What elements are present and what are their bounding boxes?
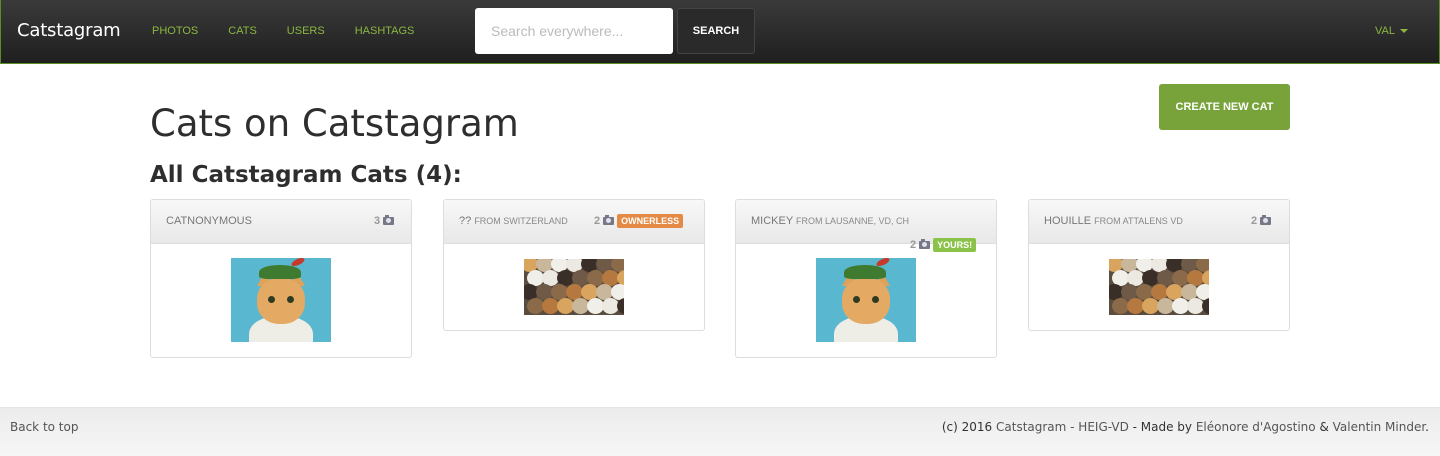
footer-credits: (c) 2016 Catstagram - HEIG-VD - Made by … — [941, 420, 1429, 434]
cat-photo[interactable] — [524, 259, 624, 315]
cat-photo[interactable] — [1109, 259, 1209, 315]
cat-name[interactable]: MICKEY FROM LAUSANNE, VD, CH — [751, 215, 909, 227]
camera-icon — [603, 215, 615, 225]
footer: Back to top (c) 2016 Catstagram - HEIG-V… — [0, 407, 1440, 456]
cat-origin: FROM SWITZERLAND — [474, 216, 568, 226]
cat-name[interactable]: HOUILLE FROM ATTALENS VD — [1044, 215, 1183, 227]
camera-icon — [919, 239, 931, 249]
cat-card: CATNONYMOUS 3 — [150, 199, 412, 358]
photo-count: 3 — [374, 215, 395, 227]
photo-count: 2 OWNERLESS — [594, 214, 684, 228]
cat-name[interactable]: CATNONYMOUS — [166, 215, 252, 227]
nav-link-users[interactable]: USERS — [287, 25, 325, 37]
cat-card-header[interactable]: HOUILLE FROM ATTALENS VD 2 — [1029, 200, 1289, 244]
author-link-1[interactable]: Eléonore d'Agostino — [1196, 420, 1316, 434]
back-to-top-link[interactable]: Back to top — [10, 420, 78, 434]
yours-badge: YOURS! — [933, 238, 977, 252]
cat-photo[interactable] — [816, 258, 916, 342]
search-button[interactable]: SEARCH — [677, 8, 755, 54]
site-link[interactable]: Catstagram - HEIG-VD — [996, 420, 1129, 434]
photo-count: 2 YOURS! — [910, 238, 977, 252]
cat-origin: FROM ATTALENS VD — [1094, 216, 1183, 226]
user-name: VAL — [1375, 25, 1395, 37]
cat-card: MICKEY FROM LAUSANNE, VD, CH 2 YOURS! — [735, 199, 997, 358]
nav-link-cats[interactable]: CATS — [228, 25, 257, 37]
nav-links: PHOTOS CATS USERS HASHTAGS — [152, 25, 444, 37]
cat-name[interactable]: ?? FROM SWITZERLAND — [459, 215, 568, 227]
cat-card: HOUILLE FROM ATTALENS VD 2 — [1028, 199, 1290, 331]
top-navbar: Catstagram PHOTOS CATS USERS HASHTAGS SE… — [0, 0, 1440, 64]
nav-link-hashtags[interactable]: HASHTAGS — [355, 25, 415, 37]
cat-card-header[interactable]: ?? FROM SWITZERLAND 2 OWNERLESS — [444, 200, 704, 244]
cat-card-header[interactable]: MICKEY FROM LAUSANNE, VD, CH 2 YOURS! — [736, 200, 996, 252]
cat-card: ?? FROM SWITZERLAND 2 OWNERLESS — [443, 199, 705, 331]
page-title: Cats on Catstagram — [150, 102, 519, 145]
cat-photo[interactable] — [231, 258, 331, 342]
author-link-2[interactable]: Valentin Minder — [1333, 420, 1426, 434]
camera-icon — [383, 215, 395, 225]
cat-origin: FROM LAUSANNE, VD, CH — [796, 216, 910, 226]
search-input[interactable] — [475, 8, 673, 54]
user-menu[interactable]: VAL — [1375, 25, 1408, 37]
section-title: All Catstagram Cats (4): — [150, 162, 462, 188]
ownerless-badge: OWNERLESS — [617, 214, 684, 228]
cat-card-header[interactable]: CATNONYMOUS 3 — [151, 200, 411, 244]
caret-down-icon — [1399, 29, 1408, 33]
photo-count: 2 — [1251, 215, 1272, 227]
nav-link-photos[interactable]: PHOTOS — [152, 25, 198, 37]
brand-logo[interactable]: Catstagram — [17, 20, 121, 41]
camera-icon — [1260, 215, 1272, 225]
create-new-cat-button[interactable]: CREATE NEW CAT — [1159, 84, 1290, 130]
